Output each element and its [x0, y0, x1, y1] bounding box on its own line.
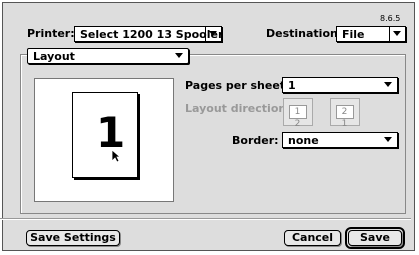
- destination-label: Destination:: [266, 27, 343, 40]
- save-button[interactable]: Save: [348, 230, 402, 246]
- border-popup[interactable]: none: [282, 132, 398, 148]
- border-value: none: [288, 134, 319, 147]
- destination-value: File: [342, 28, 365, 41]
- panel-selector-value: Layout: [33, 50, 75, 63]
- save-settings-button[interactable]: Save Settings: [26, 230, 120, 246]
- printer-value: Select 1200 13 Spooler: [80, 28, 222, 41]
- popup-arrow-icon: [381, 78, 397, 92]
- preview-page-number: 1: [96, 108, 126, 157]
- cancel-button[interactable]: Cancel: [284, 230, 341, 246]
- printer-popup[interactable]: Select 1200 13 Spooler: [74, 26, 222, 42]
- layout-direction-left-to-right[interactable]: 1 2: [283, 98, 313, 129]
- popup-arrow-icon: [205, 27, 221, 41]
- printer-label: Printer:: [27, 27, 75, 40]
- popup-arrow-icon: [381, 133, 397, 147]
- pages-per-sheet-label: Pages per sheet:: [185, 79, 290, 92]
- panel-selector-popup[interactable]: Layout: [27, 48, 189, 64]
- layout-direction-right-to-left[interactable]: 2 1: [330, 98, 360, 129]
- divider: [0, 218, 411, 220]
- popup-arrow-icon: [172, 49, 188, 63]
- pages-per-sheet-value: 1: [288, 79, 296, 92]
- destination-popup[interactable]: File: [336, 26, 406, 42]
- layout-direction-label: Layout direction:: [185, 102, 291, 115]
- popup-arrow-icon: [389, 27, 405, 41]
- pages-per-sheet-popup[interactable]: 1: [282, 77, 398, 93]
- mouse-pointer-icon: [111, 149, 121, 163]
- layout-direction-icon: 1 2: [289, 105, 307, 129]
- preview-page: 1: [72, 92, 138, 178]
- border-label: Border:: [232, 134, 279, 147]
- layout-direction-icon: 2 1: [336, 105, 354, 129]
- version-label: 8.6.5: [380, 14, 401, 23]
- layout-preview: 1: [34, 78, 174, 202]
